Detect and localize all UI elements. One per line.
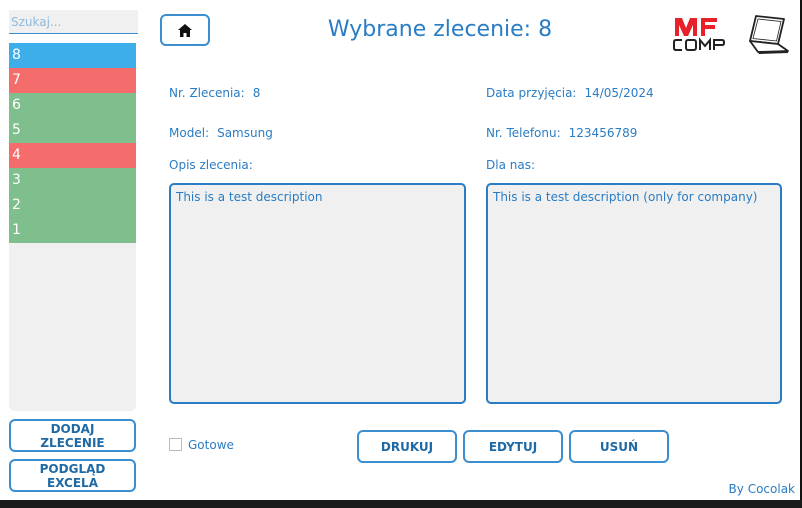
order-list-item[interactable]: 3 xyxy=(9,168,136,193)
internal-notes-textbox[interactable]: This is a test description (only for com… xyxy=(486,183,782,404)
order-list-item[interactable]: 8 xyxy=(9,43,136,68)
order-number-field: Nr. Zlecenia: 8 xyxy=(169,86,260,100)
laptop-icon xyxy=(749,15,789,54)
edit-button[interactable]: EDYTUJ xyxy=(463,430,563,463)
date-received-label: Data przyjęcia: xyxy=(486,86,577,100)
delete-button[interactable]: USUŃ xyxy=(569,430,669,463)
order-list-item[interactable]: 6 xyxy=(9,93,136,118)
phone-value: 123456789 xyxy=(568,126,638,140)
order-list: 87654321 xyxy=(9,43,136,411)
description-textbox[interactable]: This is a test description xyxy=(169,183,466,404)
phone-field: Nr. Telefonu: 123456789 xyxy=(486,126,637,140)
home-icon xyxy=(178,23,192,37)
credit-text: By Cocolak xyxy=(728,482,795,496)
background-strip xyxy=(0,500,802,508)
order-list-item[interactable]: 5 xyxy=(9,118,136,143)
date-received-field: Data przyjęcia: 14/05/2024 xyxy=(486,86,654,100)
order-number-label: Nr. Zlecenia: xyxy=(169,86,245,100)
internal-notes-label: Dla nas: xyxy=(486,158,535,172)
home-button[interactable] xyxy=(160,14,210,46)
app-window: 87654321 DODAJ ZLECENIE PODGLĄD EXCELA W… xyxy=(0,0,800,500)
print-button[interactable]: DRUKUJ xyxy=(357,430,457,463)
order-list-item[interactable]: 1 xyxy=(9,218,136,243)
model-label: Model: xyxy=(169,126,210,140)
search-input[interactable] xyxy=(9,10,138,34)
model-value: Samsung xyxy=(217,126,273,140)
page-title: Wybrane zlecenie: 8 xyxy=(327,17,553,42)
done-checkbox[interactable] xyxy=(169,438,182,451)
mfcomp-logo xyxy=(672,14,790,56)
description-label: Opis zlecenia: xyxy=(169,158,253,172)
excel-preview-button[interactable]: PODGLĄD EXCELA xyxy=(9,459,136,492)
date-received-value: 14/05/2024 xyxy=(584,86,654,100)
order-list-item[interactable]: 2 xyxy=(9,193,136,218)
add-order-button[interactable]: DODAJ ZLECENIE xyxy=(9,419,136,452)
order-list-item[interactable]: 4 xyxy=(9,143,136,168)
model-field: Model: Samsung xyxy=(169,126,273,140)
order-number-value: 8 xyxy=(252,86,261,100)
done-label: Gotowe xyxy=(188,438,234,452)
phone-label: Nr. Telefonu: xyxy=(486,126,561,140)
order-list-item[interactable]: 7 xyxy=(9,68,136,93)
